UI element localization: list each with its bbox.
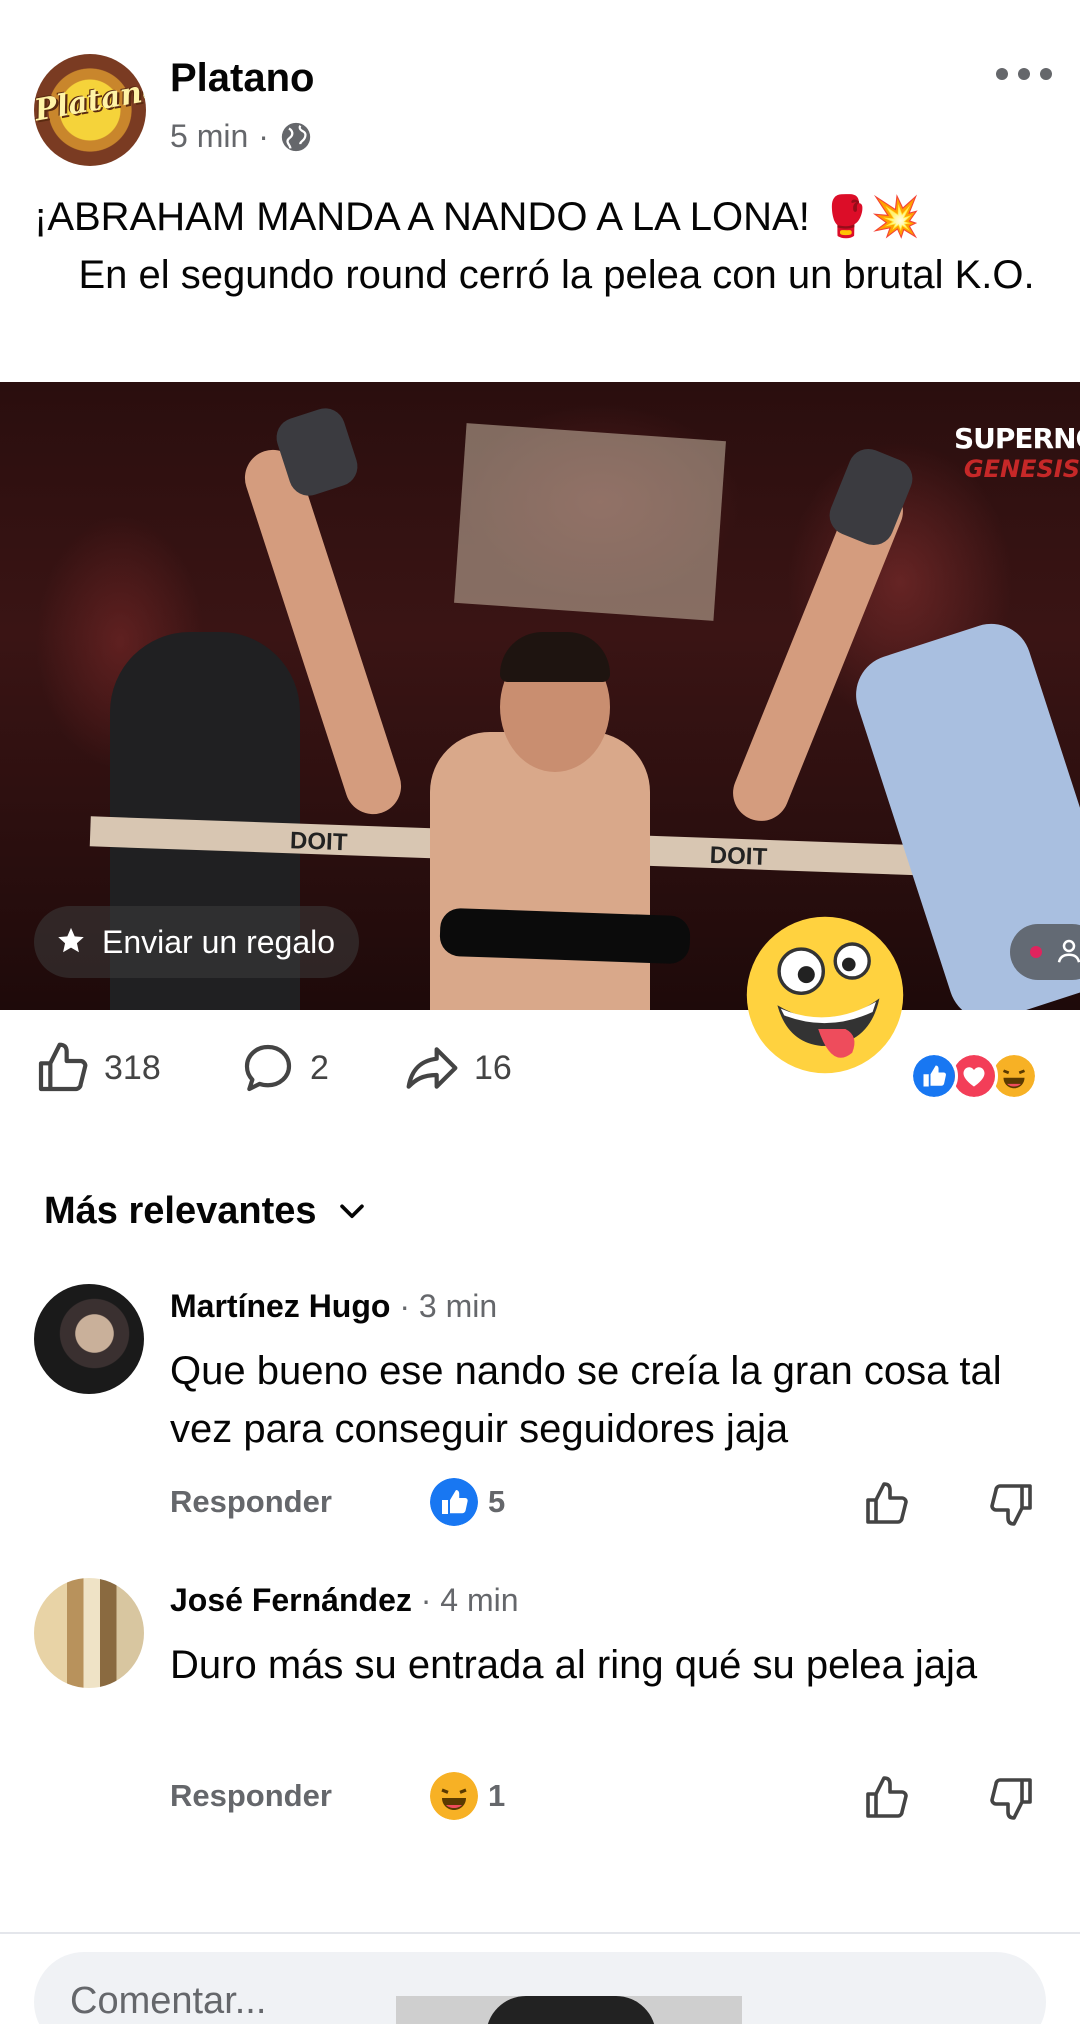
comment-reaction-count[interactable]: 5 (430, 1478, 505, 1526)
live-dot-icon (1030, 946, 1042, 958)
commenter-avatar[interactable] (34, 1284, 144, 1394)
sort-label: Más relevantes (44, 1190, 317, 1232)
commenter-avatar[interactable] (34, 1578, 144, 1688)
share-action[interactable]: 16 (404, 1040, 512, 1096)
reaction-summary[interactable] (910, 1052, 1050, 1100)
like-reaction-icon (910, 1052, 958, 1100)
censor-scribble (439, 907, 691, 965)
person-icon (1057, 939, 1080, 963)
reply-button[interactable]: Responder (170, 1778, 332, 1814)
post-text: ¡ABRAHAM MANDA A NANDO A LA LONA! 🥊💥 En … (34, 188, 1054, 304)
likes-count: 318 (104, 1048, 161, 1087)
ring-brand-right: DOIT (709, 841, 768, 871)
post-text-emojis: 🥊💥 (820, 194, 921, 240)
watermark-line2: GENESIS (963, 455, 1080, 483)
like-outline-icon (38, 1042, 88, 1092)
post-text-line1: ¡ABRAHAM MANDA A NANDO A LA LONA! (34, 195, 810, 239)
post-text-line2: En el segundo round cerró la pelea con u… (34, 253, 1035, 297)
thumbs-up-icon[interactable] (862, 1774, 910, 1822)
chevron-down-icon (339, 1203, 364, 1218)
gift-star-icon (58, 927, 84, 953)
comment-text: Que bueno ese nando se creía la gran cos… (170, 1349, 1002, 1451)
composer-divider (0, 1932, 1080, 1934)
comment-text: Duro más su entrada al ring qué su pelea… (170, 1643, 978, 1687)
watermark-line1: SUPERNOVA (954, 422, 1080, 455)
send-gift-label: Enviar un regalo (102, 923, 336, 960)
page-avatar[interactable]: Platano (34, 54, 146, 166)
share-arrow-icon (406, 1047, 458, 1089)
comment-input-placeholder: Comentar... (70, 1980, 267, 2022)
ring-brand-left: DOIT (289, 827, 348, 857)
like-reaction-icon (430, 1478, 478, 1526)
haha-reaction-icon (430, 1772, 478, 1820)
thumbs-down-icon[interactable] (988, 1774, 1036, 1822)
comment-author-line: Martínez Hugo · 3 min (170, 1288, 497, 1325)
send-gift-button[interactable]: Enviar un regalo (34, 906, 360, 978)
comments-count: 2 (310, 1048, 329, 1087)
viewer-pill[interactable] (1010, 924, 1080, 980)
reply-button[interactable]: Responder (170, 1484, 332, 1520)
reaction-count: 1 (488, 1778, 506, 1813)
comment-action[interactable]: 2 (240, 1040, 329, 1096)
meta-separator: · (258, 118, 269, 154)
shares-count: 16 (474, 1048, 512, 1087)
comment-reaction-count[interactable]: 1 (430, 1772, 505, 1820)
more-options-icon[interactable] (996, 62, 1052, 86)
post-header: Platano Platano 5 min · (0, 0, 1080, 200)
like-action[interactable]: 318 (34, 1040, 161, 1096)
post-meta: 5 min · (170, 118, 313, 155)
comment-bubble-icon (244, 1044, 292, 1092)
page-logo-text: Platano (34, 71, 146, 129)
video-watermark: SUPERNOVA GENESIS (954, 422, 1080, 483)
reaction-count: 5 (488, 1484, 506, 1519)
post-video[interactable]: DOIT DOIT SUPERNOVA GENESIS Enviar un re… (0, 382, 1080, 1010)
comment-author[interactable]: José Fernández (170, 1582, 412, 1618)
comment-sort-dropdown[interactable]: Más relevantes (44, 1190, 369, 1233)
post-time[interactable]: 5 min (170, 118, 248, 155)
thumbs-up-icon[interactable] (862, 1480, 910, 1528)
comment-author[interactable]: Martínez Hugo (170, 1288, 390, 1324)
floating-video-thumbnail[interactable] (396, 1996, 742, 2024)
thumbs-down-icon[interactable] (988, 1480, 1036, 1528)
globe-icon (281, 122, 311, 151)
page-name[interactable]: Platano (170, 56, 314, 101)
comment-time: · 4 min (420, 1582, 519, 1618)
comment-time: · 3 min (399, 1288, 498, 1324)
comment-author-line: José Fernández · 4 min (170, 1582, 519, 1619)
